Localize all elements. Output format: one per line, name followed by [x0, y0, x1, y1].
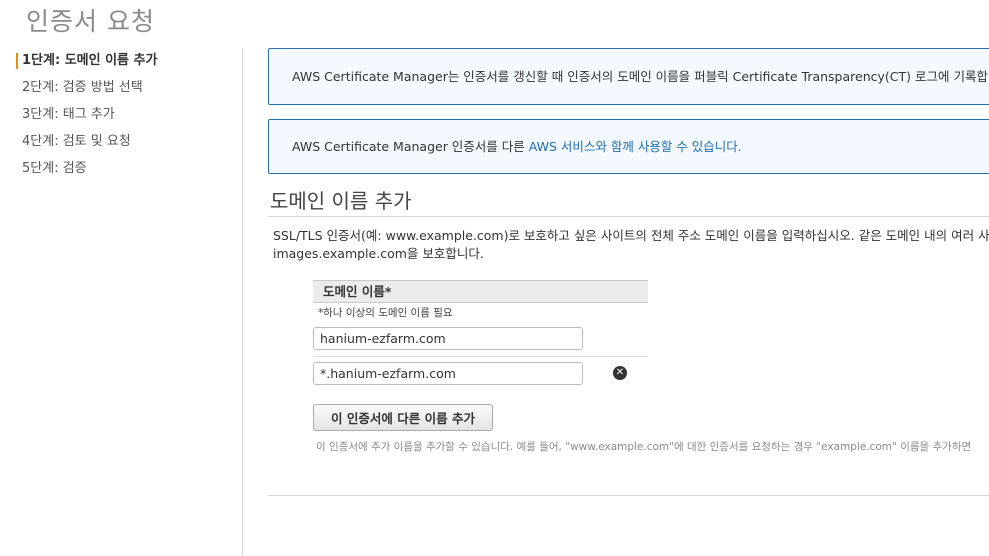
bottom-divider — [268, 495, 989, 496]
description-line-1: SSL/TLS 인증서(예: www.example.com)로 보호하고 싶은… — [273, 228, 989, 243]
aws-services-link[interactable]: AWS 서비스와 함께 사용할 수 있습니다. — [529, 139, 742, 154]
section-description: SSL/TLS 인증서(예: www.example.com)로 보호하고 싶은… — [273, 227, 989, 262]
add-name-help-text: 이 인증서에 추가 이름을 추가할 수 있습니다. 예를 들어, "www.ex… — [316, 441, 972, 453]
domain-name-input-1[interactable] — [313, 327, 583, 350]
info-box-aws-services: AWS Certificate Manager 인증서를 다른 AWS 서비스와… — [268, 119, 989, 174]
description-line-2: images.example.com을 보호합니다. — [273, 245, 484, 261]
step-5-validation[interactable]: 5단계: 검증 — [0, 158, 240, 185]
wizard-steps: 1단계: 도메인 이름 추가 2단계: 검증 방법 선택 3단계: 태그 추가 … — [0, 50, 240, 185]
info-text-ct-logging: AWS Certificate Manager는 인증서를 갱신할 때 인증서의… — [292, 69, 989, 84]
add-another-name-button[interactable]: 이 인증서에 다른 이름 추가 — [313, 404, 493, 431]
info-box-ct-logging: AWS Certificate Manager는 인증서를 갱신할 때 인증서의… — [268, 48, 989, 105]
domain-row-separator — [313, 356, 648, 357]
step-3-add-tags[interactable]: 3단계: 태그 추가 — [0, 104, 240, 131]
section-title: 도메인 이름 추가 — [270, 189, 412, 213]
step-2-select-validation-method[interactable]: 2단계: 검증 방법 선택 — [0, 77, 240, 104]
page-title: 인증서 요청 — [26, 7, 155, 36]
domain-name-header: 도메인 이름* — [313, 280, 648, 303]
vertical-divider — [242, 48, 243, 556]
domain-name-input-2[interactable] — [313, 362, 583, 385]
step-4-review-and-request[interactable]: 4단계: 검토 및 요청 — [0, 131, 240, 158]
remove-domain-icon[interactable]: ✕ — [613, 366, 627, 380]
info-text-aws-services: AWS Certificate Manager 인증서를 다른 — [292, 139, 529, 154]
step-1-add-domain-names[interactable]: 1단계: 도메인 이름 추가 — [0, 50, 240, 77]
domain-name-hint: *하나 이상의 도메인 이름 필요 — [318, 307, 453, 319]
section-divider — [268, 216, 989, 217]
